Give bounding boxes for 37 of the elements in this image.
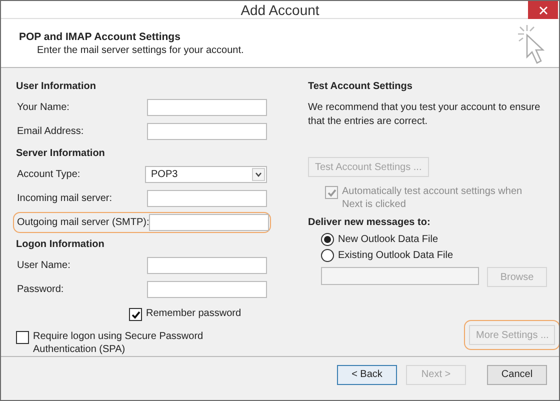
text-field[interactable] (147, 281, 267, 298)
field-label: Password: (17, 284, 64, 296)
radio-label: Existing Outlook Data File (338, 249, 454, 262)
close-icon (538, 6, 548, 14)
checkbox-label: Require logon using Secure Password Authentication (SPA) (33, 330, 204, 356)
checkbox-label: Remember password (146, 307, 242, 320)
field-label: Email Address: (17, 126, 84, 138)
section-heading: Server Information (16, 148, 106, 160)
text-field[interactable] (147, 99, 267, 116)
field-label: Your Name: (17, 102, 70, 114)
text-field[interactable] (147, 257, 267, 274)
radio-button[interactable] (321, 249, 334, 262)
field-label: User Name: (17, 260, 70, 272)
text-field[interactable] (147, 123, 267, 140)
close-button[interactable] (528, 1, 558, 19)
field-label: Account Type: (17, 169, 80, 180)
account-type-dropdown[interactable]: POP3 (145, 166, 267, 184)
description-text: We recommend that you test your account to ensure that the entries are correct. (308, 101, 542, 130)
section-heading: Logon Information (16, 239, 106, 250)
text-field[interactable] (147, 190, 267, 208)
radio-label: New Outlook Data File (338, 233, 438, 246)
header-subtitle: Enter the mail server settings for your account. (36, 45, 244, 56)
radio-button[interactable] (321, 233, 334, 246)
text-field[interactable] (149, 214, 270, 232)
dialog-button[interactable]: < Back (337, 364, 397, 385)
checkbox-label: Automatically test account settings when Next is clicked (342, 185, 524, 212)
section-heading: Test Account Settings (308, 81, 414, 92)
checkbox[interactable] (16, 331, 29, 344)
section-heading: User Information (16, 81, 98, 92)
header-title: POP and IMAP Account Settings (19, 31, 182, 44)
field-label: Incoming mail server: (17, 193, 112, 204)
window-title: Add Account (240, 2, 320, 18)
dialog-button[interactable]: Cancel (487, 364, 547, 385)
checkbox[interactable] (129, 308, 142, 322)
chevron-down-icon (252, 168, 265, 182)
field-label: Outgoing mail server (SMTP): (17, 217, 150, 228)
section-heading: Deliver new messages to: (308, 217, 432, 228)
